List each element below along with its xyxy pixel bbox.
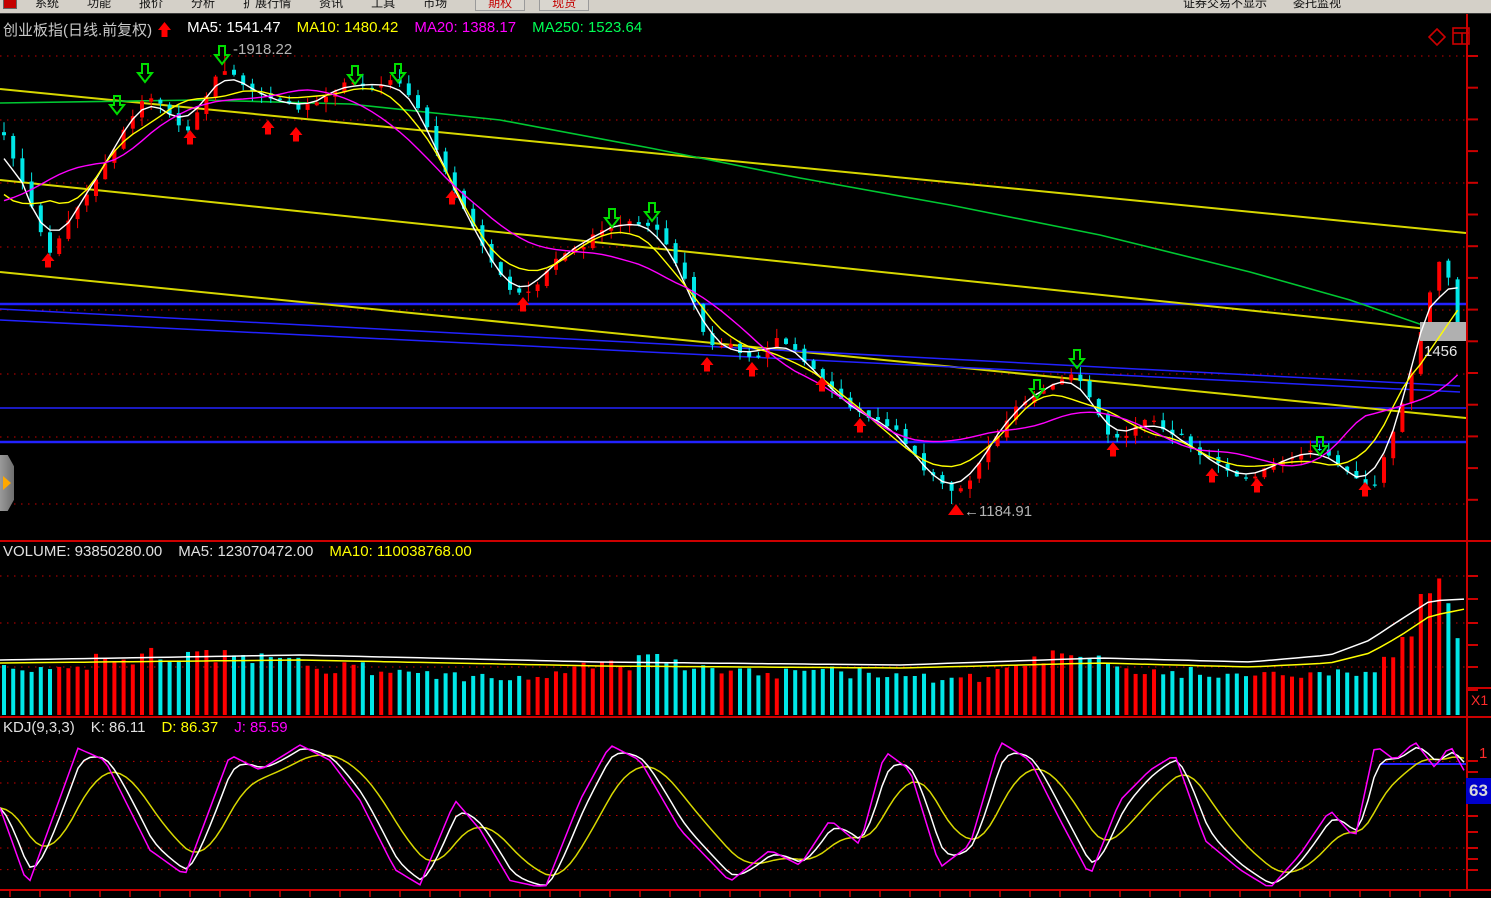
volume-scale-label: X1 xyxy=(1471,692,1488,708)
ma-lines xyxy=(4,80,1458,484)
main-pane-labels: 创业板指(日线.前复权) MA5: 1541.47MA10: 1480.42MA… xyxy=(3,19,642,40)
instrument-title[interactable]: 创业板指(日线.前复权) xyxy=(3,19,152,40)
menu-items: 系统功能报价分析扩展行情资讯工具市场 xyxy=(21,0,461,11)
menu-item-5[interactable]: 资讯 xyxy=(305,0,357,10)
ma-label-2: MA20: 1388.17 xyxy=(414,19,516,40)
menu-boxed-item-0[interactable]: 期权 xyxy=(475,0,525,11)
volume-label-0: VOLUME: 93850280.00 xyxy=(3,543,162,560)
menu-item-7[interactable]: 市场 xyxy=(409,0,461,10)
menu-item-1[interactable]: 功能 xyxy=(73,0,125,10)
menu-bar: 系统功能报价分析扩展行情资讯工具市场 期权 现货 证券交易不显示 委托监视 xyxy=(0,0,1491,14)
high-price-annotation: -1918.22 xyxy=(233,41,292,58)
menu-boxed-items: 期权 现货 xyxy=(461,0,589,11)
volume-label-2: MA10: 110038768.00 xyxy=(329,543,471,560)
diamond-icon[interactable] xyxy=(1428,28,1446,46)
kdj-label-0: KDJ(9,3,3) xyxy=(3,719,75,736)
window-icon[interactable] xyxy=(1451,26,1471,46)
menu-item-0[interactable]: 系统 xyxy=(21,0,73,10)
kdj-label-1: K: 86.11 xyxy=(91,719,146,736)
kdj-lines xyxy=(0,743,1464,886)
menu-right-item-1[interactable]: 证券交易不显示 xyxy=(1183,0,1267,11)
volume-pane-labels: VOLUME: 93850280.00 MA5: 123070472.00 MA10… xyxy=(3,543,472,560)
volume-bars xyxy=(2,578,1460,715)
chart-canvas[interactable] xyxy=(0,0,1491,898)
ma-label-0: MA5: 1541.47 xyxy=(187,19,280,40)
sidebar-expand-handle[interactable] xyxy=(0,455,14,511)
kdj-label-2: D: 86.37 xyxy=(161,719,218,736)
sell-signal-arrows xyxy=(110,46,1327,455)
kdj-label-3: J: 85.59 xyxy=(234,719,287,736)
menu-right-text: 证券交易不显示 委托监视 xyxy=(1183,0,1341,11)
candlesticks xyxy=(2,48,1460,504)
menu-item-6[interactable]: 工具 xyxy=(357,0,409,10)
volume-label-1: MA5: 123070472.00 xyxy=(178,543,313,560)
volume-ma-lines xyxy=(0,599,1464,668)
menu-item-4[interactable]: 扩展行情 xyxy=(229,0,305,10)
gridlines xyxy=(0,56,1466,870)
last-price-label: 1456 xyxy=(1424,343,1457,360)
menu-item-3[interactable]: 分析 xyxy=(177,0,229,10)
menu-row: 系统功能报价分析扩展行情资讯工具市场 期权 现货 证券交易不显示 委托监视 xyxy=(0,0,1491,11)
trading-terminal: 系统功能报价分析扩展行情资讯工具市场 期权 现货 证券交易不显示 委托监视 创业板… xyxy=(0,0,1491,898)
ma-label-3: MA250: 1523.64 xyxy=(532,19,642,40)
menu-item-2[interactable]: 报价 xyxy=(125,0,177,10)
kdj-pane-labels: KDJ(9,3,3) K: 86.11 D: 86.37 J: 85.59 xyxy=(3,719,288,736)
ma-value-labels: MA5: 1541.47 MA10: 1480.42 MA20: 1388.17 MA… xyxy=(187,19,642,40)
up-arrow-icon xyxy=(158,22,171,37)
pane-frame xyxy=(0,14,1491,897)
kdj-axis-label: 1 xyxy=(1479,745,1487,762)
low-marker xyxy=(948,504,964,515)
expand-arrow-icon xyxy=(3,476,11,490)
app-icon[interactable] xyxy=(3,0,17,9)
low-price-annotation: ←1184.91 xyxy=(964,503,1032,520)
menu-boxed-item-1[interactable]: 现货 xyxy=(539,0,589,11)
ma-label-1: MA10: 1480.42 xyxy=(297,19,399,40)
menu-right-item-2[interactable]: 委托监视 xyxy=(1293,0,1341,11)
kdj-value-badge: 63 xyxy=(1466,778,1491,804)
